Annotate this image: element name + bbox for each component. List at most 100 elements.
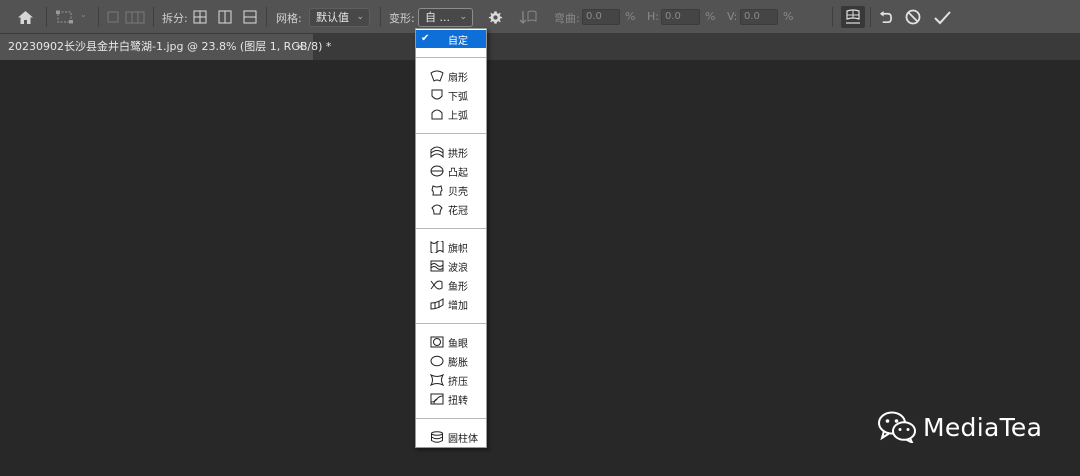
warp-label: 变形: (389, 12, 415, 25)
menu-item-arc[interactable]: 扇形 (416, 67, 486, 85)
check-icon (933, 10, 951, 24)
menu-item-rise[interactable]: 增加 (416, 295, 486, 313)
grid-select[interactable]: 默认值 ⌄ (309, 8, 370, 27)
watermark: MediaTea (877, 411, 1042, 443)
menu-item-label: 波浪 (448, 262, 468, 274)
document-tab-strip: 20230902长沙县金井白鹭湖-1.jpg @ 23.8% (图层 1, RG… (0, 34, 1080, 60)
wave-icon (430, 260, 444, 272)
menu-item-fish[interactable]: 鱼形 (416, 276, 486, 294)
cancel-icon (905, 9, 921, 25)
menu-item-squeeze[interactable]: 挤压 (416, 371, 486, 389)
document-tab[interactable]: 20230902长沙县金井白鹭湖-1.jpg @ 23.8% (图层 1, RG… (0, 34, 331, 60)
document-tab-title: 20230902长沙县金井白鹭湖-1.jpg @ 23.8% (图层 1, RG… (8, 40, 332, 53)
menu-item-label: 扇形 (448, 72, 468, 84)
transform-mode-button[interactable] (53, 7, 77, 27)
v-input[interactable]: 0.0 (740, 9, 778, 25)
grid-label: 网格: (276, 12, 302, 25)
arc-lower-icon (430, 89, 444, 101)
split-cross-button[interactable] (192, 9, 208, 25)
menu-item-bulge[interactable]: 凸起 (416, 162, 486, 180)
bend-unit: % (625, 10, 636, 23)
undo-button[interactable] (876, 8, 894, 26)
shell-icon (430, 184, 444, 196)
menu-item-custom[interactable]: ✔ 自定 (416, 30, 486, 48)
menu-item-label: 拱形 (448, 148, 468, 160)
flower-icon (430, 203, 444, 215)
commit-transform-button[interactable] (932, 8, 952, 26)
menu-item-arc-upper[interactable]: 上弧 (416, 105, 486, 123)
split-cross-icon (193, 10, 207, 24)
warp-mesh-icon (846, 9, 860, 24)
split-horizontal-button[interactable] (242, 9, 258, 25)
menu-item-label: 旗帜 (448, 243, 468, 255)
menu-item-label: 鱼眼 (448, 338, 468, 350)
menu-item-label: 挤压 (448, 376, 468, 388)
watermark-text: MediaTea (923, 412, 1043, 442)
fish-icon (430, 279, 444, 291)
wechat-logo-icon (878, 411, 916, 443)
v-unit: % (783, 10, 794, 23)
chevron-down-icon: ⌄ (80, 10, 87, 19)
bend-label: 弯曲: (554, 12, 580, 25)
warp-select-value: 自 ... (425, 11, 450, 24)
separator (266, 7, 267, 27)
puppet-warp-toggle[interactable] (841, 6, 865, 28)
split-horizontal-icon (243, 10, 257, 24)
menu-separator (416, 57, 486, 58)
separator (380, 7, 381, 27)
menu-item-wave[interactable]: 波浪 (416, 257, 486, 275)
change-orientation-button[interactable] (518, 7, 540, 27)
checkmark-icon: ✔ (421, 33, 430, 44)
warp-mode-b-button[interactable] (124, 9, 146, 25)
menu-item-label: 圆柱体 (448, 433, 478, 445)
menu-item-label: 增加 (448, 300, 468, 312)
warp-mode-a-icon (107, 11, 119, 23)
menu-item-label: 贝壳 (448, 186, 468, 198)
chevron-down-icon: ⌄ (356, 12, 364, 22)
cylinder-icon (430, 431, 444, 443)
arc-upper-icon (430, 108, 444, 120)
fisheye-icon (430, 336, 444, 348)
warp-style-menu: ✔ 自定 扇形 下弧 上弧 拱形 凸起 贝壳 花冠 旗帜 波浪 鱼形 增加 鱼眼… (415, 28, 487, 448)
squeeze-icon (430, 374, 444, 386)
warp-select[interactable]: 自 ... ⌄ (418, 8, 473, 27)
cancel-transform-button[interactable] (904, 8, 922, 26)
close-tab-button[interactable]: × (296, 34, 305, 60)
v-label: V: (727, 10, 738, 23)
separator (98, 7, 99, 27)
menu-item-label: 下弧 (448, 91, 468, 103)
menu-item-fisheye[interactable]: 鱼眼 (416, 333, 486, 351)
separator (153, 7, 154, 27)
menu-item-label: 自定 (448, 35, 468, 47)
separator (870, 7, 871, 27)
orientation-icon (519, 10, 537, 24)
warp-settings-button[interactable] (485, 8, 505, 26)
transform-mode-icon (56, 10, 73, 24)
home-button[interactable] (14, 7, 36, 27)
menu-item-inflate[interactable]: 膨胀 (416, 352, 486, 370)
menu-item-arc-lower[interactable]: 下弧 (416, 86, 486, 104)
menu-item-label: 鱼形 (448, 281, 468, 293)
bend-input[interactable]: 0.0 (582, 9, 620, 25)
gear-icon (488, 10, 502, 24)
twist-icon (430, 393, 444, 405)
home-icon (17, 10, 33, 24)
rise-icon (430, 298, 444, 310)
menu-separator (416, 133, 486, 134)
menu-item-label: 扭转 (448, 395, 468, 407)
h-unit: % (705, 10, 716, 23)
undo-icon (879, 10, 892, 23)
h-input[interactable]: 0.0 (661, 9, 700, 25)
menu-item-cylinder[interactable]: 圆柱体 (416, 428, 486, 446)
options-bar: ⌄ 拆分: 网格: 默认值 ⌄ 变形: 自 ... ⌄ 弯曲: 0.0 % H:… (0, 0, 1080, 34)
split-vertical-button[interactable] (217, 9, 233, 25)
menu-item-flower[interactable]: 花冠 (416, 200, 486, 218)
menu-item-shell[interactable]: 贝壳 (416, 181, 486, 199)
menu-item-twist[interactable]: 扭转 (416, 390, 486, 408)
arc-icon (430, 70, 444, 82)
menu-item-arch[interactable]: 拱形 (416, 143, 486, 161)
warp-mode-a-button[interactable] (105, 9, 121, 25)
menu-separator (416, 228, 486, 229)
menu-item-flag[interactable]: 旗帜 (416, 238, 486, 256)
menu-item-label: 凸起 (448, 167, 468, 179)
